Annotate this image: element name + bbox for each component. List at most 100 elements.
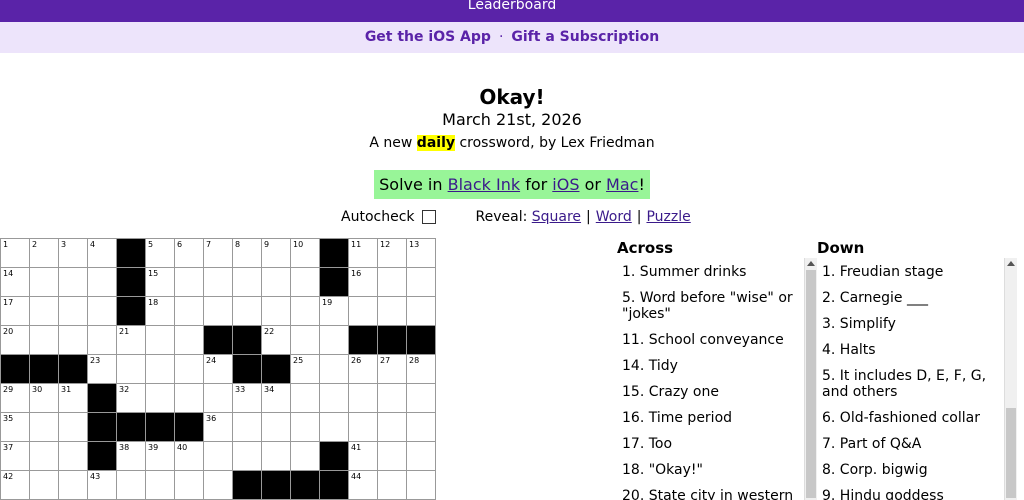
mac-link[interactable]: Mac (606, 175, 638, 194)
across-clue[interactable]: 14. Tidy (617, 354, 803, 380)
grid-cell[interactable] (320, 355, 349, 384)
grid-cell[interactable]: 37 (1, 442, 30, 471)
grid-cell[interactable] (88, 268, 117, 297)
grid-cell[interactable] (320, 413, 349, 442)
across-clue[interactable]: 1. Summer drinks (617, 260, 803, 286)
grid-cell[interactable]: 44 (349, 471, 378, 500)
grid-cell[interactable] (407, 268, 436, 297)
grid-cell[interactable] (59, 268, 88, 297)
grid-cell[interactable] (262, 297, 291, 326)
grid-cell[interactable] (291, 326, 320, 355)
grid-cell[interactable]: 28 (407, 355, 436, 384)
grid-cell[interactable] (88, 326, 117, 355)
grid-cell[interactable] (407, 384, 436, 413)
grid-cell[interactable] (378, 442, 407, 471)
grid-cell[interactable] (378, 384, 407, 413)
ios-app-link[interactable]: Get the iOS App (365, 29, 491, 45)
grid-cell[interactable] (117, 355, 146, 384)
grid-cell[interactable] (59, 413, 88, 442)
grid-cell[interactable]: 43 (88, 471, 117, 500)
grid-cell[interactable] (204, 268, 233, 297)
across-scroll-thumb[interactable] (806, 270, 816, 498)
grid-cell[interactable] (378, 471, 407, 500)
grid-cell[interactable] (320, 326, 349, 355)
reveal-puzzle-link[interactable]: Puzzle (646, 209, 690, 225)
grid-cell[interactable] (117, 471, 146, 500)
reveal-square-link[interactable]: Square (532, 209, 581, 225)
grid-cell[interactable]: 17 (1, 297, 30, 326)
grid-cell[interactable]: 23 (88, 355, 117, 384)
grid-cell[interactable] (320, 384, 349, 413)
grid-cell[interactable]: 7 (204, 239, 233, 268)
grid-cell[interactable] (233, 413, 262, 442)
grid-cell[interactable]: 4 (88, 239, 117, 268)
across-clue[interactable]: 18. "Okay!" (617, 458, 803, 484)
down-clue[interactable]: 8. Corp. bigwig (817, 458, 1003, 484)
across-clue[interactable]: 11. School conveyance (617, 328, 803, 354)
grid-cell[interactable] (407, 471, 436, 500)
grid-cell[interactable] (175, 355, 204, 384)
across-scrollbar[interactable] (804, 258, 817, 500)
grid-cell[interactable] (204, 384, 233, 413)
grid-cell[interactable] (146, 471, 175, 500)
grid-cell[interactable] (146, 326, 175, 355)
grid-cell[interactable]: 9 (262, 239, 291, 268)
grid-cell[interactable]: 16 (349, 268, 378, 297)
down-clue[interactable]: 7. Part of Q&A (817, 432, 1003, 458)
grid-cell[interactable] (291, 268, 320, 297)
grid-cell[interactable]: 10 (291, 239, 320, 268)
grid-cell[interactable] (175, 471, 204, 500)
grid-cell[interactable] (204, 297, 233, 326)
grid-cell[interactable]: 30 (30, 384, 59, 413)
grid-cell[interactable] (88, 297, 117, 326)
grid-cell[interactable]: 34 (262, 384, 291, 413)
grid-cell[interactable] (262, 442, 291, 471)
grid-cell[interactable] (407, 442, 436, 471)
grid-cell[interactable] (291, 442, 320, 471)
grid-cell[interactable]: 3 (59, 239, 88, 268)
grid-cell[interactable]: 21 (117, 326, 146, 355)
grid-cell[interactable]: 15 (146, 268, 175, 297)
grid-cell[interactable] (30, 471, 59, 500)
grid-cell[interactable]: 6 (175, 239, 204, 268)
leaderboard-link[interactable]: Leaderboard (468, 0, 556, 13)
grid-cell[interactable]: 39 (146, 442, 175, 471)
grid-cell[interactable] (204, 442, 233, 471)
grid-cell[interactable] (378, 268, 407, 297)
grid-cell[interactable] (233, 442, 262, 471)
grid-cell[interactable] (204, 471, 233, 500)
down-clue[interactable]: 1. Freudian stage (817, 260, 1003, 286)
grid-cell[interactable] (59, 471, 88, 500)
grid-cell[interactable] (349, 384, 378, 413)
grid-cell[interactable] (59, 297, 88, 326)
grid-cell[interactable]: 2 (30, 239, 59, 268)
scroll-up-arrow-icon[interactable] (807, 261, 815, 266)
down-clue[interactable]: 2. Carnegie ___ (817, 286, 1003, 312)
grid-cell[interactable] (349, 297, 378, 326)
grid-cell[interactable] (30, 326, 59, 355)
leaderboard-bar[interactable]: Leaderboard (0, 0, 1024, 22)
down-scrollbar[interactable] (1004, 258, 1017, 500)
grid-cell[interactable] (407, 413, 436, 442)
autocheck-checkbox[interactable] (421, 210, 436, 224)
grid-cell[interactable] (146, 355, 175, 384)
grid-cell[interactable]: 35 (1, 413, 30, 442)
grid-cell[interactable]: 42 (1, 471, 30, 500)
grid-cell[interactable] (30, 297, 59, 326)
down-clue[interactable]: 9. Hindu goddess (817, 484, 1003, 500)
grid-cell[interactable]: 14 (1, 268, 30, 297)
grid-cell[interactable] (378, 413, 407, 442)
grid-cell[interactable] (291, 413, 320, 442)
grid-cell[interactable] (146, 384, 175, 413)
scroll-up-arrow-icon[interactable] (1007, 261, 1015, 266)
grid-cell[interactable]: 12 (378, 239, 407, 268)
grid-cell[interactable]: 22 (262, 326, 291, 355)
grid-cell[interactable] (291, 384, 320, 413)
grid-cell[interactable]: 24 (204, 355, 233, 384)
grid-cell[interactable] (175, 268, 204, 297)
grid-cell[interactable]: 25 (291, 355, 320, 384)
grid-cell[interactable]: 29 (1, 384, 30, 413)
grid-cell[interactable] (175, 326, 204, 355)
grid-cell[interactable]: 41 (349, 442, 378, 471)
grid-cell[interactable] (175, 384, 204, 413)
